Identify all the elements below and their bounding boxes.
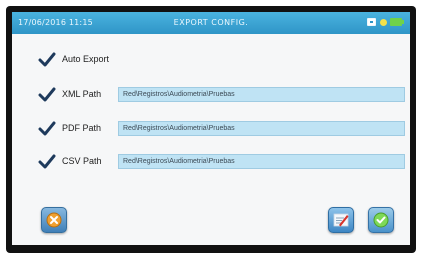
edit-button[interactable] bbox=[328, 207, 354, 233]
cancel-icon bbox=[46, 212, 62, 228]
confirm-button[interactable] bbox=[368, 207, 394, 233]
csv-path-row: CSV Path Red\Registros\Audiometria\Prueb… bbox=[12, 152, 410, 174]
status-dot-icon bbox=[380, 19, 387, 26]
checkmark-icon bbox=[38, 87, 56, 102]
xml-path-row: XML Path Red\Registros\Audiometria\Prueb… bbox=[12, 85, 410, 107]
pdf-path-row: PDF Path Red\Registros\Audiometria\Prueb… bbox=[12, 119, 410, 141]
device-screen: 17/06/2016 11:15 EXPORT CONFIG. Auto Exp… bbox=[12, 12, 410, 245]
screen-icon bbox=[367, 18, 376, 26]
cancel-button[interactable] bbox=[41, 207, 67, 233]
pdf-path-checkbox[interactable] bbox=[38, 120, 56, 138]
auto-export-row: Auto Export bbox=[12, 50, 410, 72]
battery-icon bbox=[390, 18, 404, 26]
checkmark-icon bbox=[38, 121, 56, 136]
auto-export-checkbox[interactable] bbox=[38, 51, 56, 69]
checkmark-icon bbox=[373, 212, 389, 228]
csv-path-field[interactable]: Red\Registros\Audiometria\Pruebas bbox=[118, 154, 405, 169]
xml-path-field[interactable]: Red\Registros\Audiometria\Pruebas bbox=[118, 87, 405, 102]
auto-export-label: Auto Export bbox=[62, 54, 110, 64]
pdf-path-field[interactable]: Red\Registros\Audiometria\Pruebas bbox=[118, 121, 405, 136]
pdf-path-label: PDF Path bbox=[62, 123, 102, 133]
checkmark-icon bbox=[38, 154, 56, 169]
screen-title: EXPORT CONFIG. bbox=[173, 18, 249, 27]
xml-path-label: XML Path bbox=[62, 89, 102, 99]
csv-path-label: CSV Path bbox=[62, 156, 102, 166]
csv-path-checkbox[interactable] bbox=[38, 153, 56, 171]
edit-icon bbox=[333, 213, 349, 227]
checkmark-icon bbox=[38, 52, 56, 67]
title-bar: 17/06/2016 11:15 EXPORT CONFIG. bbox=[12, 12, 410, 34]
xml-path-checkbox[interactable] bbox=[38, 86, 56, 104]
